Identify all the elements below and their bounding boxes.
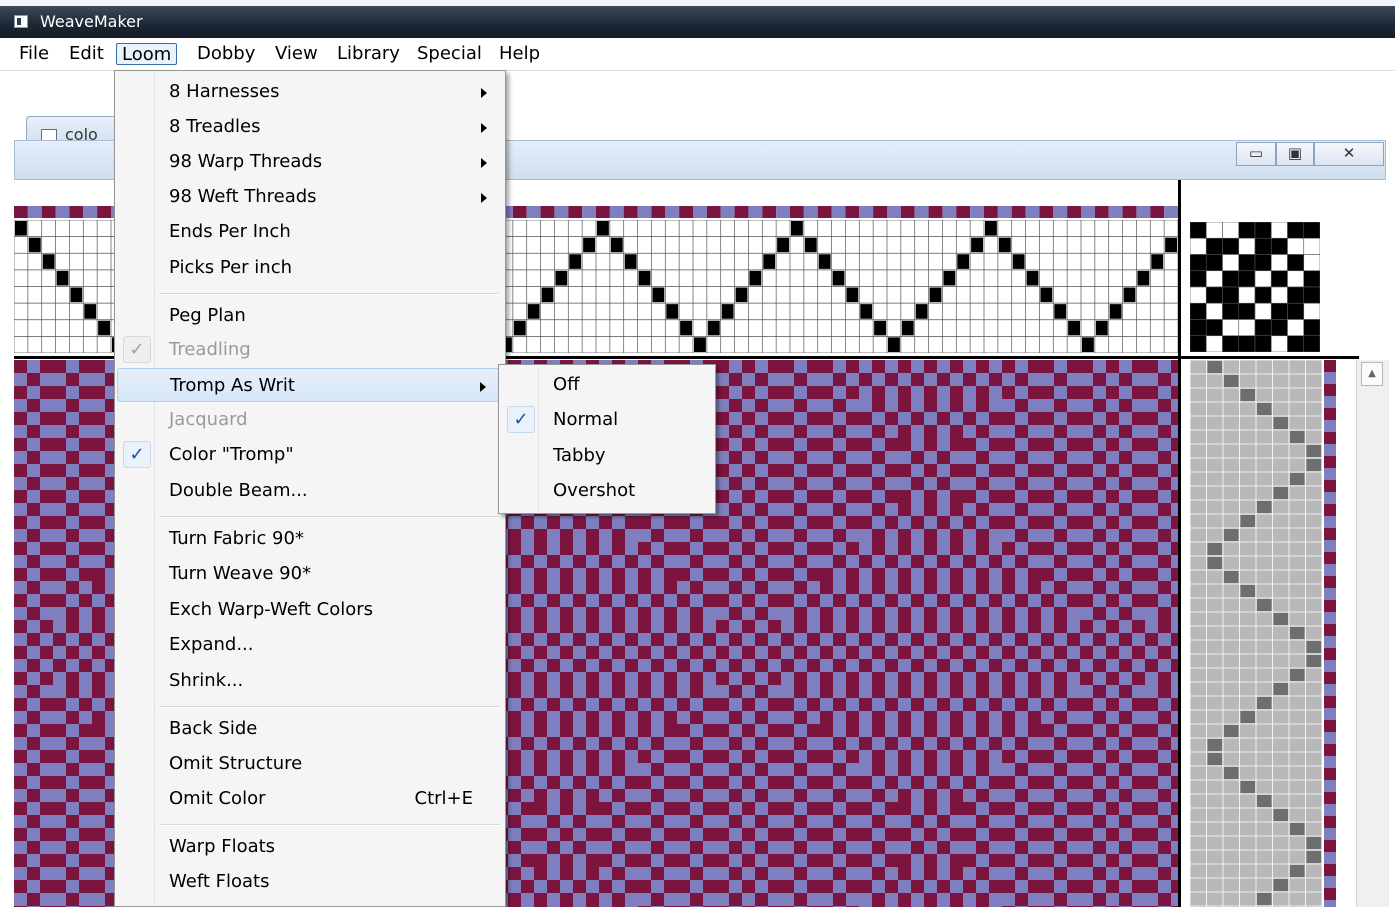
menu-library[interactable]: Library — [332, 43, 405, 65]
checkmark-icon: ✓ — [123, 336, 151, 363]
menu-dobby[interactable]: Dobby — [192, 43, 260, 65]
tromp-submenu: Off ✓ Normal Tabby Overshot — [498, 364, 716, 514]
menu-item-warp-threads[interactable]: 98 Warp Threads — [117, 145, 503, 179]
app-title: WeaveMaker — [40, 12, 143, 31]
menu-item-label: Off — [553, 374, 580, 395]
menu-item-shrink[interactable]: Shrink... — [117, 664, 503, 698]
submenu-arrow-icon — [480, 382, 486, 392]
menu-item-label: Color "Tromp" — [169, 444, 294, 465]
menu-item-shortcut: Ctrl+E — [414, 788, 473, 809]
menu-item-warp-floats[interactable]: Warp Floats — [117, 830, 503, 864]
menu-item-treadles[interactable]: 8 Treadles — [117, 110, 503, 144]
menu-item-label: Picks Per inch — [169, 257, 293, 278]
tieup-grid[interactable] — [1190, 222, 1320, 352]
menu-item-label: Expand... — [169, 634, 254, 655]
menu-item-label: Double Beam... — [169, 480, 308, 501]
menu-file[interactable]: File — [14, 43, 54, 65]
menu-item-back-side[interactable]: Back Side — [117, 712, 503, 746]
menu-item-label: Overshot — [553, 480, 636, 501]
submenu-item-normal[interactable]: ✓ Normal — [501, 403, 713, 437]
menu-item-treadling: ✓ Treadling — [117, 333, 503, 367]
menu-item-weft-threads[interactable]: 98 Weft Threads — [117, 180, 503, 214]
menu-edit[interactable]: Edit — [64, 43, 109, 65]
menu-item-color-tromp[interactable]: ✓ Color "Tromp" — [117, 438, 503, 472]
menu-item-label: Back Side — [169, 718, 258, 739]
menu-item-label: Warp Floats — [169, 836, 276, 857]
menu-item-expand[interactable]: Expand... — [117, 628, 503, 662]
menu-item-weft-floats[interactable]: Weft Floats — [117, 865, 503, 899]
menu-item-omit-color[interactable]: Omit Color Ctrl+E — [117, 782, 503, 816]
menu-item-label: Tabby — [553, 445, 606, 466]
menu-bar: File Edit Loom Dobby View Library Specia… — [0, 38, 1395, 71]
vertical-scrollbar[interactable]: ▲ — [1356, 360, 1389, 907]
submenu-item-overshot[interactable]: Overshot — [501, 474, 713, 508]
scroll-up-arrow-icon[interactable]: ▲ — [1361, 362, 1383, 386]
menu-item-omit-structure[interactable]: Omit Structure — [117, 747, 503, 781]
app-title-bar: WeaveMaker — [0, 0, 1395, 38]
menu-item-ends-per-inch[interactable]: Ends Per Inch — [117, 215, 503, 249]
submenu-arrow-icon — [481, 193, 487, 203]
menu-item-jacquard: Jacquard — [117, 403, 503, 437]
menu-item-tromp-as-writ[interactable]: Tromp As Writ — [117, 368, 503, 402]
treadling-grid[interactable] — [1190, 360, 1322, 907]
menu-item-label: 8 Treadles — [169, 116, 261, 137]
weft-color-strip[interactable] — [1324, 360, 1336, 907]
submenu-item-off[interactable]: Off — [501, 368, 713, 402]
menu-item-picks-per-inch[interactable]: Picks Per inch — [117, 251, 503, 285]
menu-item-label: Peg Plan — [169, 305, 246, 326]
app-icon — [14, 15, 28, 28]
menu-item-label: Omit Structure — [169, 753, 303, 774]
menu-item-label: Weft Floats — [169, 871, 270, 892]
menu-item-label: Omit Color — [169, 788, 266, 809]
menu-item-label: Exch Warp-Weft Colors — [169, 599, 373, 620]
minimize-button[interactable]: ▭ — [1236, 142, 1276, 166]
menu-item-label: Normal — [553, 409, 619, 430]
menu-item-label: 8 Harnesses — [169, 81, 280, 102]
menu-item-label: 98 Warp Threads — [169, 151, 323, 172]
menu-special[interactable]: Special — [412, 43, 487, 65]
menu-item-label: Treadling — [169, 339, 251, 360]
menu-item-label: Tromp As Writ — [170, 375, 295, 396]
menu-item-label: Turn Weave 90* — [169, 563, 312, 584]
submenu-arrow-icon — [481, 88, 487, 98]
close-button[interactable]: ✕ — [1314, 142, 1384, 166]
vertical-divider — [1178, 180, 1181, 907]
menu-item-label: 98 Weft Threads — [169, 186, 317, 207]
menu-loom[interactable]: Loom — [116, 43, 178, 65]
menu-separator — [159, 293, 499, 295]
menu-item-label: Ends Per Inch — [169, 221, 291, 242]
submenu-arrow-icon — [481, 123, 487, 133]
menu-item-double-beam[interactable]: Double Beam... — [117, 474, 503, 508]
loom-menu-dropdown: 8 Harnesses 8 Treadles 98 Warp Threads 9… — [114, 70, 506, 907]
menu-item-label: Jacquard — [169, 409, 248, 430]
menu-item-peg-plan[interactable]: Peg Plan — [117, 299, 503, 333]
menu-help[interactable]: Help — [494, 43, 545, 65]
menu-separator — [159, 706, 499, 708]
checkmark-icon: ✓ — [507, 406, 535, 433]
menu-item-turn-fabric[interactable]: Turn Fabric 90* — [117, 522, 503, 556]
menu-item-harnesses[interactable]: 8 Harnesses — [117, 75, 503, 109]
restore-button[interactable]: ▣ — [1276, 142, 1314, 166]
menu-item-label: Turn Fabric 90* — [169, 528, 304, 549]
checkmark-icon: ✓ — [123, 441, 151, 468]
menu-separator — [159, 516, 499, 518]
submenu-item-tabby[interactable]: Tabby — [501, 439, 713, 473]
menu-item-exch-colors[interactable]: Exch Warp-Weft Colors — [117, 593, 503, 627]
menu-item-turn-weave[interactable]: Turn Weave 90* — [117, 557, 503, 591]
menu-separator — [159, 824, 499, 826]
menu-view[interactable]: View — [270, 43, 323, 65]
submenu-arrow-icon — [481, 158, 487, 168]
menu-item-label: Shrink... — [169, 670, 244, 691]
